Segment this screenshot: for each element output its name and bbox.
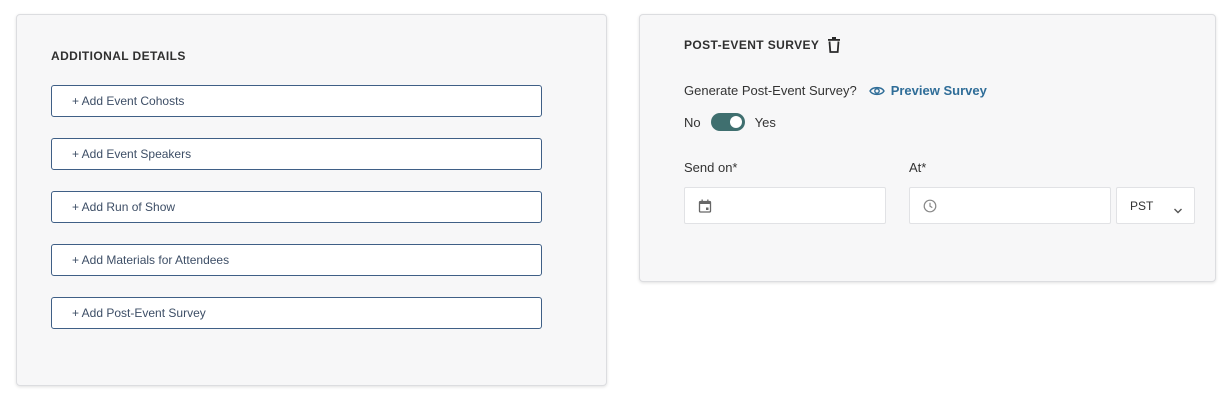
post-event-survey-card: POST-EVENT SURVEY Generate Post-Event Su… [639,14,1216,282]
at-time-input[interactable] [909,187,1111,224]
add-event-speakers-button[interactable]: + Add Event Speakers [51,138,542,170]
clock-icon [923,199,937,213]
generate-survey-toggle[interactable] [710,113,745,131]
trash-icon[interactable] [827,37,841,53]
add-post-event-survey-button[interactable]: + Add Post-Event Survey [51,297,542,329]
survey-toggle-row: No Yes [684,113,776,131]
toggle-yes-label: Yes [754,114,776,130]
send-on-date-input[interactable] [684,187,886,224]
additional-details-card: ADDITIONAL DETAILS + Add Event Cohosts +… [16,14,607,386]
timezone-value: PST [1130,198,1154,213]
add-materials-button[interactable]: + Add Materials for Attendees [51,244,542,276]
eye-icon [868,85,885,97]
calendar-icon [698,199,712,213]
add-run-of-show-button[interactable]: + Add Run of Show [51,191,542,223]
timezone-select[interactable]: PST [1116,187,1195,224]
chevron-down-icon [1173,203,1183,213]
post-event-survey-title: POST-EVENT SURVEY [684,38,820,52]
generate-survey-label: Generate Post-Event Survey? [684,83,857,98]
toggle-knob [729,116,742,128]
add-event-cohosts-button[interactable]: + Add Event Cohosts [51,85,542,117]
additional-details-title: ADDITIONAL DETAILS [51,49,186,63]
generate-survey-row: Generate Post-Event Survey? Preview Surv… [684,83,987,98]
send-on-label: Send on* [684,160,738,175]
post-event-survey-header: POST-EVENT SURVEY [684,37,841,53]
toggle-no-label: No [684,114,701,130]
at-label: At* [909,160,927,175]
preview-survey-link[interactable]: Preview Survey [868,83,987,98]
preview-survey-label: Preview Survey [890,83,987,98]
